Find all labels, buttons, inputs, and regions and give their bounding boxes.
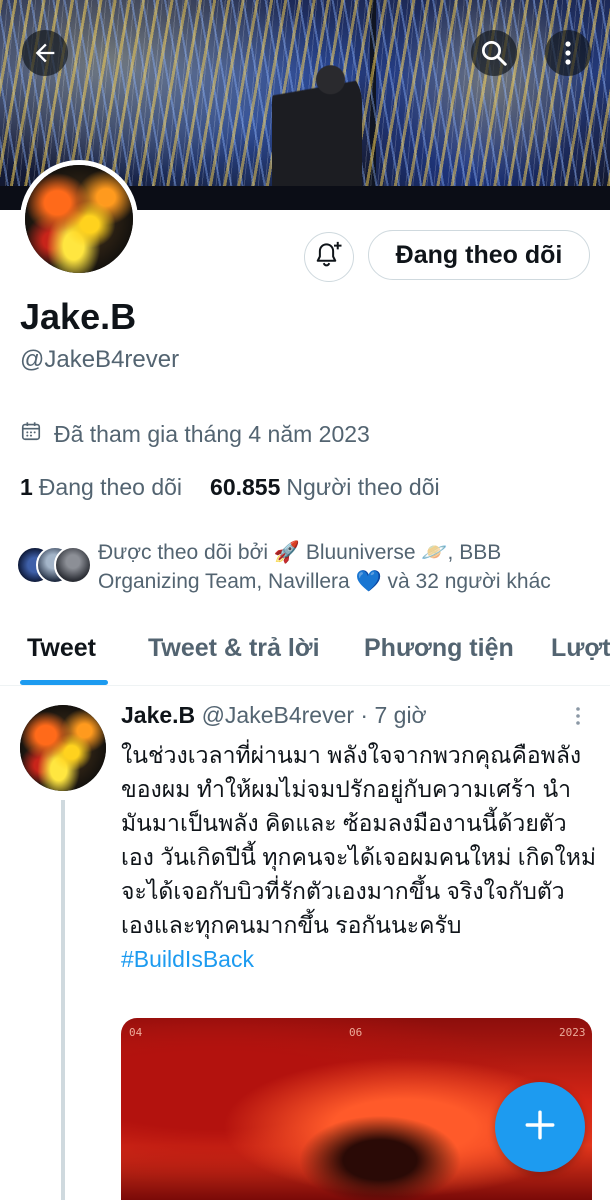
calendar-icon bbox=[20, 420, 54, 448]
profile-avatar[interactable] bbox=[20, 160, 138, 278]
bell-plus-icon bbox=[314, 240, 344, 275]
media-label-year: 2023 bbox=[559, 1026, 586, 1039]
search-icon bbox=[479, 38, 509, 68]
followers-label: Người theo dõi bbox=[286, 474, 440, 500]
display-name: Jake.B bbox=[20, 296, 137, 337]
tweet-hashtag[interactable]: #BuildIsBack bbox=[121, 942, 596, 976]
tweet-body: ในช่วงเวลาที่ผ่านมา พลังใจจากพวกคุณคือพล… bbox=[121, 738, 596, 976]
avatar bbox=[54, 546, 92, 584]
follow-stats: 1 Đang theo dõi 60.855 Người theo dõi bbox=[20, 474, 440, 501]
followed-by-avatars bbox=[16, 546, 94, 586]
tweet-text: ในช่วงเวลาที่ผ่านมา พลังใจจากพวกคุณคือพล… bbox=[121, 742, 597, 938]
thread-line bbox=[61, 800, 65, 1200]
followers-count: 60.855 bbox=[210, 474, 281, 500]
following-label: Đang theo dõi bbox=[38, 474, 183, 500]
notifications-button[interactable] bbox=[304, 232, 354, 282]
tweet-avatar[interactable] bbox=[20, 705, 106, 791]
tab-likes[interactable]: Lượt bbox=[551, 634, 610, 663]
following-button[interactable]: Đang theo dõi bbox=[368, 230, 590, 280]
back-button[interactable] bbox=[22, 30, 68, 76]
tweet-handle-time: @JakeB4rever · 7 giờ bbox=[201, 702, 427, 728]
media-label-day: 04 bbox=[129, 1026, 143, 1039]
joined-text: Đã tham gia tháng 4 năm 2023 bbox=[54, 420, 370, 447]
tab-media[interactable]: Phương tiện bbox=[364, 634, 514, 663]
tweet-author[interactable]: Jake.B bbox=[121, 702, 195, 728]
compose-tweet-button[interactable] bbox=[495, 1082, 585, 1172]
followed-by-text: Được theo dõi bởi 🚀 Bluuniverse 🪐, BBB O… bbox=[98, 541, 551, 593]
more-vertical-icon bbox=[556, 39, 580, 67]
tab-tweets-replies[interactable]: Tweet & trả lời bbox=[148, 634, 320, 663]
more-vertical-icon bbox=[570, 707, 586, 732]
search-button[interactable] bbox=[471, 30, 517, 76]
user-handle: @JakeB4rever bbox=[20, 346, 180, 373]
profile-tabs: Tweet Tweet & trả lời Phương tiện Lượt bbox=[0, 620, 610, 686]
avatar-image bbox=[25, 165, 133, 273]
back-arrow-icon bbox=[31, 39, 59, 67]
avatar-artwork bbox=[25, 165, 133, 273]
active-tab-indicator bbox=[20, 680, 108, 685]
tab-tweets[interactable]: Tweet bbox=[27, 634, 96, 663]
plus-icon bbox=[523, 1108, 557, 1147]
joined-date: Đã tham gia tháng 4 năm 2023 bbox=[20, 420, 370, 448]
following-stat[interactable]: 1 Đang theo dõi bbox=[20, 474, 182, 501]
followers-stat[interactable]: 60.855 Người theo dõi bbox=[210, 474, 440, 501]
following-count: 1 bbox=[20, 474, 33, 500]
avatar-artwork bbox=[20, 705, 106, 791]
more-options-button[interactable] bbox=[545, 30, 591, 76]
tweet-header: Jake.B @JakeB4rever · 7 giờ bbox=[121, 702, 427, 729]
followed-by[interactable]: Được theo dõi bởi 🚀 Bluuniverse 🪐, BBB O… bbox=[16, 538, 601, 596]
tweet-more-button[interactable] bbox=[570, 704, 586, 733]
media-label-month: 06 bbox=[349, 1026, 363, 1039]
